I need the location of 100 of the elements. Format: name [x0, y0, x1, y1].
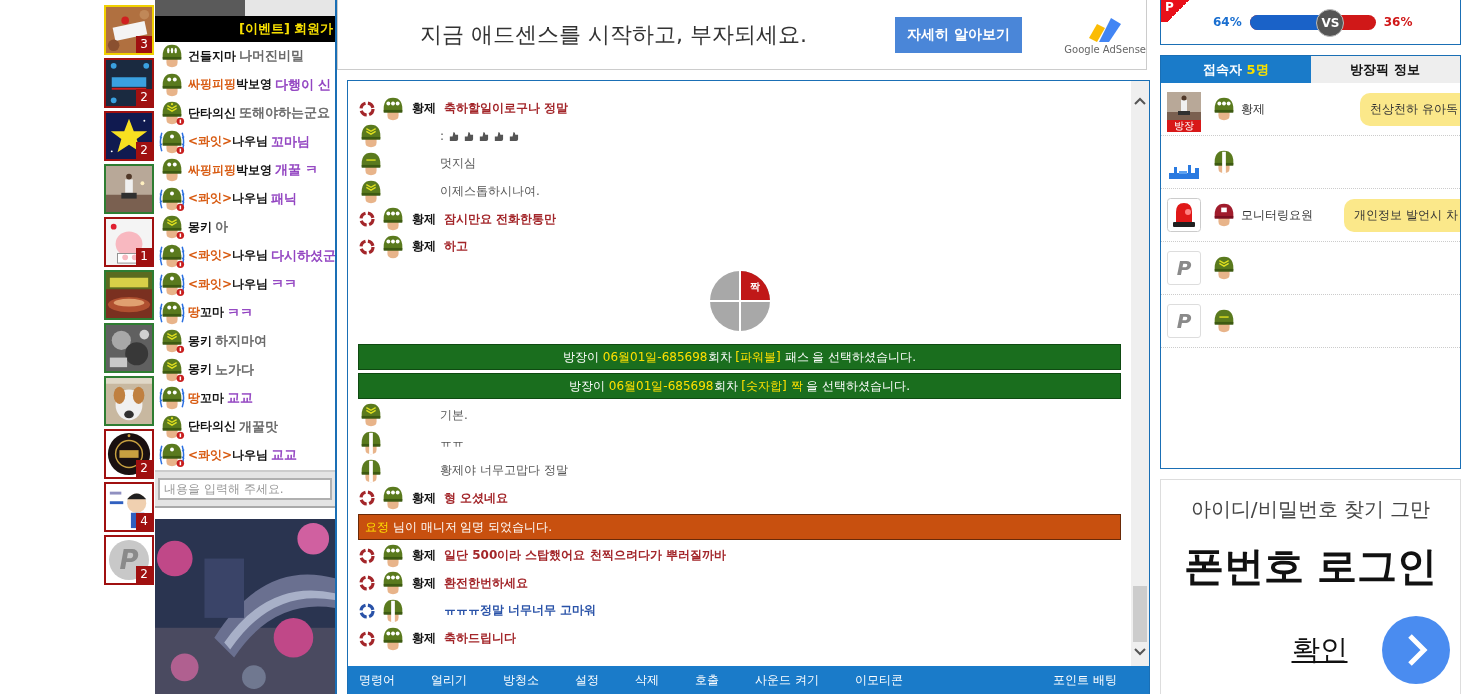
message-text: 이제스톱하시나여. — [440, 183, 540, 201]
user-name: <콰잇>나우님 — [188, 446, 269, 464]
message-text: 노가다 — [215, 360, 254, 379]
toolbar-button[interactable]: 설정 — [575, 672, 599, 690]
message-text: ㅠㅠ — [440, 434, 464, 452]
message-text: 개꿀맛 — [239, 417, 278, 436]
message-text: 형 오셨네요 — [444, 489, 509, 507]
message-input[interactable]: 내용을 입력해 주세요. — [158, 478, 332, 500]
brand-name: Google AdSense — [1064, 44, 1146, 55]
swirl-icon — [358, 546, 376, 565]
swirl-icon — [358, 210, 376, 229]
message-text: 잠시만요 전화한통만 — [444, 210, 557, 228]
thumbnail[interactable]: 2 — [104, 429, 154, 479]
count-badge: 4 — [136, 513, 152, 530]
user-name: <콰잇>나우님 — [188, 190, 269, 208]
percent-label: 64% — [1213, 15, 1242, 29]
percent-label: 36% — [1383, 15, 1413, 29]
user-name: 황제 — [412, 100, 437, 118]
thumbs-up-icon — [478, 130, 490, 142]
message-text: 교교 — [271, 446, 298, 465]
scroll-thumb[interactable] — [1133, 586, 1147, 643]
swirl-icon — [358, 629, 376, 648]
user-name: 단타의신 — [188, 418, 236, 436]
result-wheel: 짝 — [708, 269, 771, 332]
thumbnail[interactable]: 2 — [104, 111, 154, 161]
thumbnail[interactable] — [104, 376, 154, 426]
count-badge: 2 — [136, 89, 152, 106]
confirm-link[interactable]: 확인 — [1291, 631, 1348, 669]
swirl-icon — [358, 99, 376, 118]
tab[interactable]: 방장픽 정보 — [1310, 56, 1460, 83]
user-name: 황제 — [412, 210, 437, 228]
ad-headline: 폰번호 로그인 — [1183, 542, 1438, 591]
message-text: 일단 500이라 스탑했어요 천찍으려다가 뿌러질까바 — [444, 547, 726, 565]
speech-bubble: 개인정보 발언시 차 — [1344, 198, 1460, 232]
ad-text: 아이디/비밀번호 찾기 그만 — [1190, 496, 1431, 523]
user-name: 싸핑피핑박보영 — [188, 76, 272, 94]
logo: P — [1167, 251, 1201, 285]
toolbar-button[interactable]: 명령어 — [359, 672, 395, 690]
thumbs-up-icon — [508, 130, 520, 142]
toolbar-button[interactable]: 삭제 — [635, 672, 659, 690]
tab[interactable]: 접속자 5명 — [1161, 56, 1311, 83]
learn-more-button[interactable]: 자세히 알아보기 — [894, 16, 1023, 53]
user-name: 땅꼬마 — [188, 389, 224, 407]
thumbnail[interactable] — [104, 164, 154, 214]
message-text: 다시하셨군 — [271, 246, 335, 265]
user-name: 황제 — [1241, 100, 1265, 118]
message-text: 다행이 신 — [275, 75, 332, 94]
message-text: 나머진비밀 — [239, 47, 304, 66]
user-name: <콰잇>나우님 — [188, 133, 269, 151]
user-name: 단타의신 — [188, 104, 236, 122]
siren-icon — [1167, 198, 1201, 232]
toolbar-button[interactable]: 호출 — [695, 672, 719, 690]
logo: P — [1167, 304, 1201, 338]
toolbar-button[interactable]: 포인트 배팅 — [1053, 672, 1117, 690]
user-name: 황제 — [412, 630, 437, 647]
message-text: 꼬마님 — [271, 132, 311, 151]
thumbnail[interactable] — [104, 270, 154, 320]
user-name: 땅꼬마 — [188, 304, 224, 322]
message-text: ㅋㅋ — [227, 303, 253, 322]
message-text: 환전한번하세요 — [444, 574, 528, 592]
message-text: : — [440, 129, 445, 144]
message-text: 기본. — [440, 406, 468, 424]
message-text: 또해야하는군요 — [239, 104, 330, 123]
thumbnail[interactable]: 2 — [104, 58, 154, 108]
next-arrow-button[interactable] — [1381, 616, 1450, 684]
swirl-icon — [358, 489, 376, 508]
scroll-up-icon[interactable] — [1134, 97, 1146, 105]
swirl-icon — [358, 237, 376, 256]
count-badge: 1 — [136, 248, 152, 265]
toolbar-button[interactable]: 얼리기 — [431, 672, 467, 690]
message-text: 황제야 너무고맙다 정말 — [440, 462, 568, 480]
thumbnail[interactable] — [104, 323, 154, 373]
message-text: ㅠㅠㅠ정말 너무너무 고마워 — [444, 602, 597, 620]
scrollbar[interactable] — [1131, 81, 1149, 667]
vs-badge: VS — [1316, 8, 1345, 37]
host-badge: 방장 — [1167, 120, 1201, 132]
user-name: 몽키 — [188, 361, 212, 379]
toolbar-button[interactable]: 방청소 — [503, 672, 539, 690]
swirl-icon — [358, 601, 376, 620]
scroll-down-icon[interactable] — [1134, 648, 1146, 657]
count-badge: 3 — [136, 36, 152, 53]
notice-bar: 방장이 06월01일-685698회차 [파워볼] 패스 을 선택하셨습니다. — [358, 343, 1121, 370]
toolbar-button[interactable]: 사운드 켜기 — [755, 672, 819, 690]
toolbar-button[interactable]: 이모티콘 — [854, 672, 903, 690]
user-name: 모니터링요원 — [1241, 206, 1313, 224]
speech-bubble: 천상천하 유아독 — [1360, 92, 1460, 126]
thumbnail[interactable]: 1 — [104, 217, 154, 267]
thumbnail[interactable]: 4 — [104, 482, 154, 532]
thumbs-up-icon — [448, 130, 460, 142]
thumbs-up-icon — [493, 130, 505, 142]
user-name: 황제 — [412, 574, 437, 592]
message-text: 축하드립니다 — [444, 630, 516, 647]
event-banner[interactable]: [이벤트] 회원가 — [155, 16, 335, 42]
message-text: 축하할일이로구나 정말 — [444, 100, 569, 118]
thumbnail[interactable]: 3 — [104, 5, 154, 55]
swirl-icon — [358, 574, 376, 593]
message-text: 교교 — [227, 389, 253, 408]
message-text: 하고 — [444, 238, 468, 256]
notice-bar: 방장이 06월01일-685698회차 [숫자합] 짝 을 선택하셨습니다. — [358, 372, 1121, 399]
count-badge: 2 — [136, 142, 152, 159]
